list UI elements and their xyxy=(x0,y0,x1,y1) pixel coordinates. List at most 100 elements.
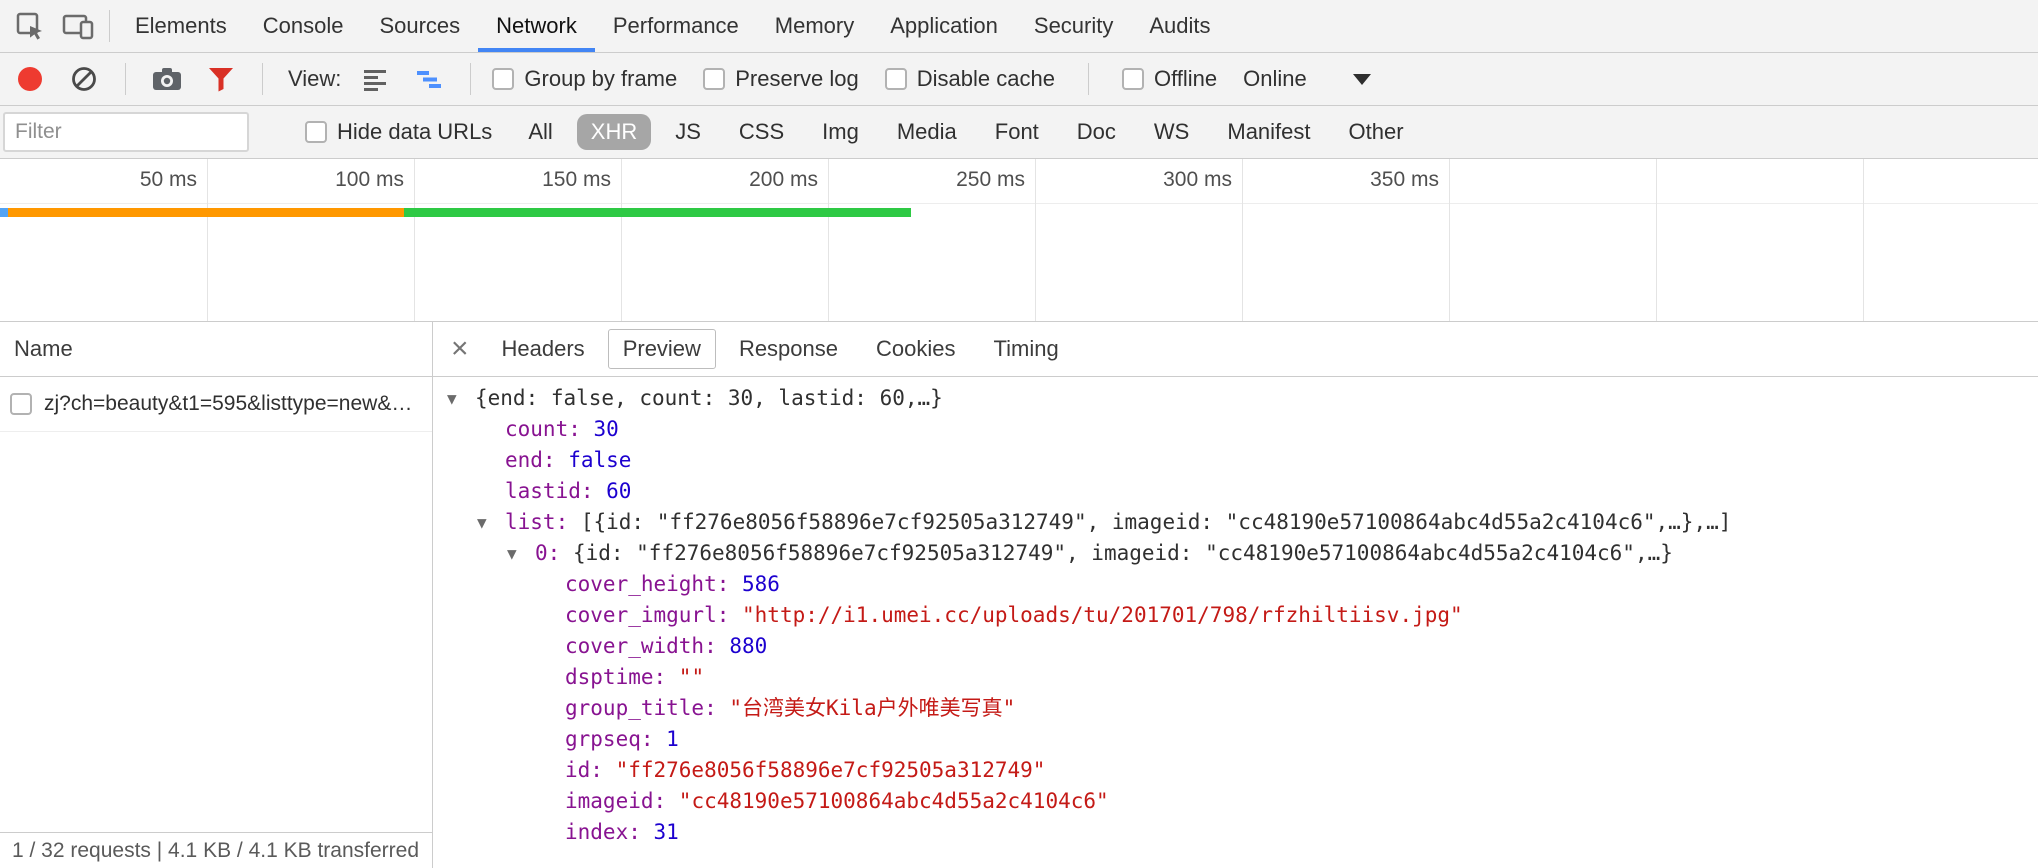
filter-type-manifest[interactable]: Manifest xyxy=(1213,114,1324,150)
grid-line xyxy=(1656,159,1657,321)
json-number-segment: 31 xyxy=(654,817,679,848)
json-key-segment: id: xyxy=(565,755,616,786)
indent-spacer xyxy=(535,569,565,600)
throttling-dropdown[interactable]: Online xyxy=(1243,66,1371,92)
tab-application[interactable]: Application xyxy=(872,0,1016,52)
tree-row: ▼list: [{id: "ff276e8056f58896e7cf92505a… xyxy=(433,507,2038,538)
tab-elements[interactable]: Elements xyxy=(117,0,245,52)
tab-sources[interactable]: Sources xyxy=(361,0,478,52)
hide-data-urls-checkbox[interactable]: Hide data URLs xyxy=(305,119,492,145)
filter-type-css[interactable]: CSS xyxy=(725,114,798,150)
inspect-cursor-icon[interactable] xyxy=(6,0,54,52)
json-key-segment: lastid: xyxy=(505,476,606,507)
device-toolbar-icon[interactable] xyxy=(54,0,102,52)
offline-checkbox-input[interactable] xyxy=(1122,68,1144,90)
tab-memory[interactable]: Memory xyxy=(757,0,872,52)
time-label: 350 ms xyxy=(1289,168,1439,192)
json-key-segment: 0: xyxy=(535,538,573,569)
indent-spacer xyxy=(535,600,565,631)
list-view-icon xyxy=(362,66,388,93)
disable-cache-checkbox-input[interactable] xyxy=(885,68,907,90)
indent-spacer xyxy=(535,693,565,724)
filter-type-xhr[interactable]: XHR xyxy=(577,114,651,150)
capture-screenshots-button[interactable] xyxy=(147,57,187,101)
indent-spacer xyxy=(475,414,505,445)
filter-type-doc[interactable]: Doc xyxy=(1063,114,1130,150)
disclosure-triangle-icon[interactable]: ▼ xyxy=(445,383,475,414)
filter-input[interactable] xyxy=(3,112,249,152)
request-row[interactable]: zj?ch=beauty&t1=595&listtype=new&sn=30&l… xyxy=(0,377,432,432)
block-circle-icon xyxy=(70,65,98,93)
separator xyxy=(125,63,126,95)
json-key-segment: list: xyxy=(505,507,581,538)
indent-spacer xyxy=(535,786,565,817)
filter-bar: Hide data URLs All XHR JS CSS Img Media Font Do… xyxy=(0,106,2038,159)
grid-line xyxy=(621,159,622,321)
devtools-tab-bar: ElementsConsoleSources Network Performance… xyxy=(0,0,2038,53)
indent-spacer xyxy=(475,445,505,476)
tree-row: end: false xyxy=(433,445,2038,476)
grid-line xyxy=(828,159,829,321)
chevron-down-icon xyxy=(1353,74,1371,85)
json-key-segment: dsptime: xyxy=(565,662,679,693)
small-rows-view-button[interactable] xyxy=(355,57,395,101)
checkbox-disable-cache[interactable]: Disable cache xyxy=(885,66,1055,92)
time-label: 100 ms xyxy=(254,168,404,192)
detail-tab-cookies[interactable]: Cookies xyxy=(861,329,970,369)
tab-label: Network xyxy=(496,13,577,39)
tab-label: Memory xyxy=(775,13,854,39)
detail-tab-preview[interactable]: Preview xyxy=(608,329,716,369)
waterfall-view-button[interactable] xyxy=(409,57,449,101)
request-row-checkbox[interactable] xyxy=(10,393,32,415)
filter-toggle-button[interactable] xyxy=(201,57,241,101)
detail-tab-headers[interactable]: Headers xyxy=(487,329,600,369)
time-label: 300 ms xyxy=(1082,168,1232,192)
tab-performance[interactable]: Performance xyxy=(595,0,757,52)
disclosure-triangle-icon[interactable]: ▼ xyxy=(505,538,535,569)
grid-line xyxy=(1035,159,1036,321)
disclosure-triangle-icon[interactable]: ▼ xyxy=(475,507,505,538)
json-plain-segment: [{id: "ff276e8056f58896e7cf92505a312749"… xyxy=(581,507,1732,538)
time-label: 150 ms xyxy=(461,168,611,192)
preserve-log-checkbox-input[interactable] xyxy=(703,68,725,90)
checkbox-preserve-log[interactable]: Preserve log xyxy=(703,66,859,92)
tree-row: count: 30 xyxy=(433,414,2038,445)
json-number-segment: 1 xyxy=(666,724,679,755)
filter-type-all[interactable]: All xyxy=(514,114,566,150)
filter-type-media[interactable]: Media xyxy=(883,114,971,150)
tree-row: cover_width: 880 xyxy=(433,631,2038,662)
filter-type-img[interactable]: Img xyxy=(808,114,873,150)
tree-row: id: "ff276e8056f58896e7cf92505a312749" xyxy=(433,755,2038,786)
json-plain-segment: {id: "ff276e8056f58896e7cf92505a312749",… xyxy=(573,538,1673,569)
detail-tab-response[interactable]: Response xyxy=(724,329,853,369)
time-label: 250 ms xyxy=(875,168,1025,192)
filter-type-js[interactable]: JS xyxy=(661,114,715,150)
json-key-segment: cover_imgurl: xyxy=(565,600,742,631)
tab-label: Audits xyxy=(1149,13,1210,39)
waterfall-icon xyxy=(416,66,442,93)
group-by-frame-checkbox-input[interactable] xyxy=(492,68,514,90)
name-column-header[interactable]: Name xyxy=(0,322,432,377)
tab-network[interactable]: Network xyxy=(478,0,595,52)
json-key-segment: cover_width: xyxy=(565,631,729,662)
overview-bar xyxy=(0,208,8,217)
tree-row: ▼0: {id: "ff276e8056f58896e7cf92505a3127… xyxy=(433,538,2038,569)
filter-type-font[interactable]: Font xyxy=(981,114,1053,150)
record-button[interactable] xyxy=(10,57,50,101)
detail-tab-timing[interactable]: Timing xyxy=(979,329,1074,369)
close-icon[interactable]: × xyxy=(441,334,479,364)
tab-label: Performance xyxy=(613,13,739,39)
clear-button[interactable] xyxy=(64,57,104,101)
hide-data-urls-checkbox-input[interactable] xyxy=(305,121,327,143)
tab-security[interactable]: Security xyxy=(1016,0,1131,52)
tab-audits[interactable]: Audits xyxy=(1131,0,1228,52)
overview-pane[interactable]: 50 ms100 ms150 ms200 ms250 ms300 ms350 m… xyxy=(0,159,2038,322)
tree-row: dsptime: "" xyxy=(433,662,2038,693)
view-label: View: xyxy=(288,66,341,92)
checkbox-offline[interactable]: Offline xyxy=(1122,66,1217,92)
details-pane: × HeadersPreviewResponseCookiesTiming ▼ {… xyxy=(433,322,2038,868)
filter-type-ws[interactable]: WS xyxy=(1140,114,1203,150)
tab-console[interactable]: Console xyxy=(245,0,362,52)
filter-type-other[interactable]: Other xyxy=(1335,114,1418,150)
checkbox-group-by-frame[interactable]: Group by frame xyxy=(492,66,677,92)
